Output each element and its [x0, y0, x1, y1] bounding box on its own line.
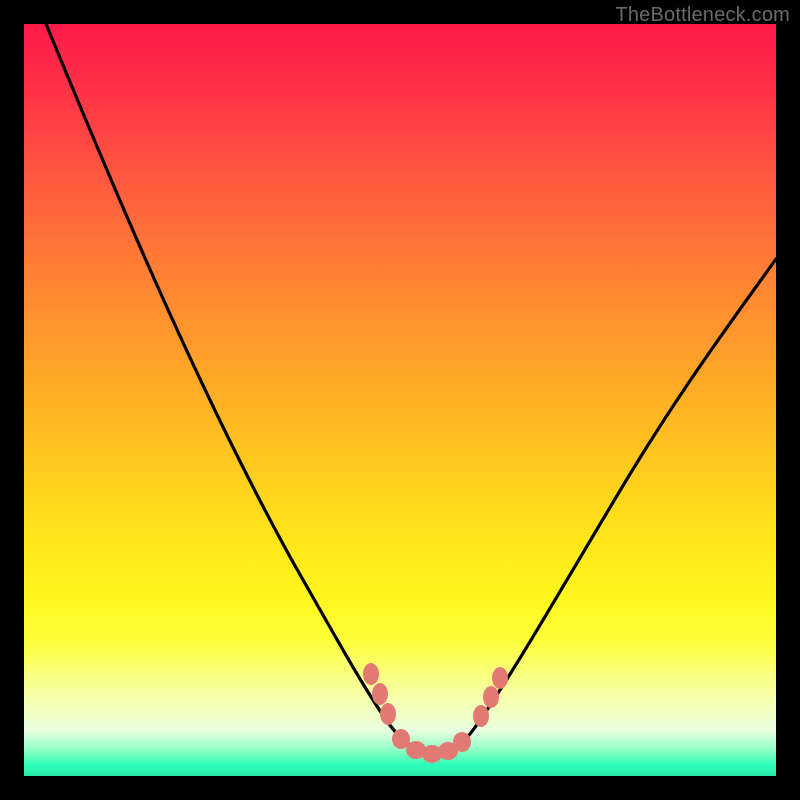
- chart-plot-area: [24, 24, 776, 776]
- bottleneck-curve: [24, 24, 776, 776]
- marker-dot: [492, 667, 508, 689]
- marker-dot: [453, 732, 471, 752]
- curve-left-branch: [46, 24, 434, 754]
- marker-dot: [372, 683, 388, 705]
- watermark-text: TheBottleneck.com: [615, 4, 790, 27]
- marker-dot: [363, 663, 379, 685]
- marker-dot: [380, 703, 396, 725]
- curve-right-branch: [434, 259, 776, 754]
- curve-markers: [363, 663, 508, 763]
- marker-dot: [483, 686, 499, 708]
- marker-dot: [473, 705, 489, 727]
